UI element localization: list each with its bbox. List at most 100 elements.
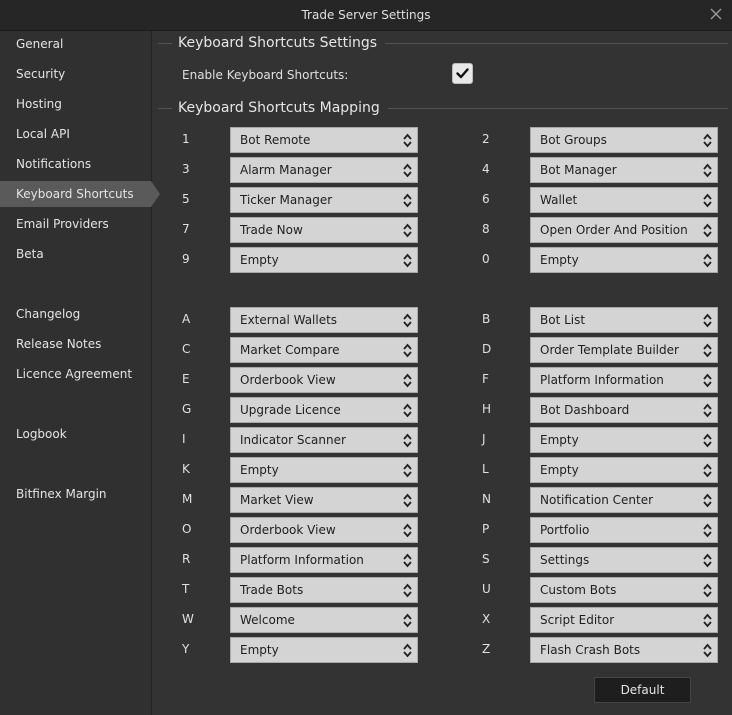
shortcut-action-select[interactable]: Wallet [530,187,718,213]
sidebar-item-label: Email Providers [16,217,109,231]
shortcut-action-select[interactable]: Market Compare [230,337,418,363]
sidebar-item[interactable]: Changelog [0,301,151,327]
sidebar-item[interactable]: Bitfinex Margin [0,481,151,507]
up-down-arrows-icon [403,373,412,388]
shortcut-action-value: Bot Groups [540,133,607,147]
shortcut-action-value: Indicator Scanner [240,433,346,447]
mapping-row: I Indicator Scanner J Empty [152,427,732,453]
mapping-row: A External Wallets B Bot List [152,307,732,333]
shortcut-action-select[interactable]: Platform Information [230,547,418,573]
shortcut-action-select[interactable]: Empty [530,247,718,273]
shortcut-action-select[interactable]: Script Editor [530,607,718,633]
default-button[interactable]: Default [594,677,691,703]
shortcut-action-select[interactable]: Bot Groups [530,127,718,153]
sidebar-item[interactable]: Security [0,61,151,87]
shortcut-action-value: Trade Now [240,223,303,237]
mapping-row: R Platform Information S Settings [152,547,732,573]
sidebar-item-label: Licence Agreement [16,367,133,381]
mapping-row: 5 Ticker Manager 6 Wallet [152,187,732,213]
sidebar-item[interactable]: General [0,31,151,57]
shortcut-key-label: T [182,582,190,596]
sidebar-item-label: Hosting [16,97,62,111]
shortcut-action-select[interactable]: Bot List [530,307,718,333]
up-down-arrows-icon [703,643,712,658]
shortcut-action-select[interactable]: Market View [230,487,418,513]
mapping-row: G Upgrade Licence H Bot Dashboard [152,397,732,423]
shortcut-action-select[interactable]: Orderbook View [230,367,418,393]
shortcut-key-label: E [182,372,190,386]
sidebar-item[interactable]: Notifications [0,151,151,177]
shortcut-action-select[interactable]: Portfolio [530,517,718,543]
sidebar-item[interactable]: Release Notes [0,331,151,357]
shortcut-action-value: Upgrade Licence [240,403,341,417]
sidebar-item[interactable]: Licence Agreement [0,361,151,387]
shortcut-action-value: Notification Center [540,493,654,507]
shortcut-action-value: Bot List [540,313,586,327]
shortcut-action-select[interactable]: Bot Manager [530,157,718,183]
shortcut-action-value: Empty [540,463,579,477]
shortcut-key-label: W [182,612,194,626]
shortcut-action-select[interactable]: Trade Now [230,217,418,243]
shortcut-action-select[interactable]: Alarm Manager [230,157,418,183]
shortcut-action-select[interactable]: Upgrade Licence [230,397,418,423]
sidebar-item[interactable]: Local API [0,121,151,147]
shortcut-action-select[interactable]: External Wallets [230,307,418,333]
up-down-arrows-icon [703,433,712,448]
sidebar-item-label: Keyboard Shortcuts [16,187,134,201]
shortcut-action-value: Trade Bots [240,583,304,597]
up-down-arrows-icon [403,223,412,238]
shortcut-key-label: Y [182,642,190,656]
up-down-arrows-icon [703,133,712,148]
shortcut-action-select[interactable]: Empty [230,247,418,273]
shortcut-action-select[interactable]: Open Order And Position [530,217,718,243]
shortcut-action-select[interactable]: Empty [530,457,718,483]
shortcut-action-select[interactable]: Notification Center [530,487,718,513]
shortcut-action-select[interactable]: Bot Dashboard [530,397,718,423]
sidebar-item[interactable]: Logbook [0,421,151,447]
close-icon[interactable] [710,8,722,20]
shortcut-action-value: Bot Dashboard [540,403,630,417]
shortcut-key-label: L [482,462,489,476]
up-down-arrows-icon [703,583,712,598]
shortcut-action-select[interactable]: Flash Crash Bots [530,637,718,663]
shortcut-action-select[interactable]: Ticker Manager [230,187,418,213]
mapping-row: 9 Empty 0 Empty [152,247,732,273]
enable-shortcuts-checkbox[interactable] [452,63,473,84]
sidebar-item[interactable]: Beta [0,241,151,267]
shortcut-action-select[interactable]: Orderbook View [230,517,418,543]
mapping-row: O Orderbook View P Portfolio [152,517,732,543]
shortcut-action-select[interactable]: Order Template Builder [530,337,718,363]
shortcut-action-value: Script Editor [540,613,615,627]
shortcut-action-value: Settings [540,553,590,567]
shortcut-key-label: 4 [482,162,490,176]
up-down-arrows-icon [403,163,412,178]
up-down-arrows-icon [403,253,412,268]
sidebar-item[interactable]: Email Providers [0,211,151,237]
shortcut-action-select[interactable]: Empty [230,457,418,483]
shortcut-action-select[interactable]: Bot Remote [230,127,418,153]
mapping-row: E Orderbook View F Platform Information [152,367,732,393]
sidebar-item[interactable]: Keyboard Shortcuts [0,181,160,207]
up-down-arrows-icon [703,163,712,178]
shortcut-action-select[interactable]: Welcome [230,607,418,633]
sidebar-item-label: Logbook [16,427,67,441]
mapping-row: C Market Compare D Order Template Builder [152,337,732,363]
shortcut-key-label: 6 [482,192,490,206]
up-down-arrows-icon [403,313,412,328]
up-down-arrows-icon [703,373,712,388]
sidebar-item[interactable]: Hosting [0,91,151,117]
up-down-arrows-icon [403,613,412,628]
up-down-arrows-icon [403,553,412,568]
mapping-row: W Welcome X Script Editor [152,607,732,633]
shortcut-action-select[interactable]: Empty [530,427,718,453]
shortcut-key-label: P [482,522,490,536]
shortcut-key-label: 8 [482,222,490,236]
shortcut-action-select[interactable]: Trade Bots [230,577,418,603]
shortcut-action-select[interactable]: Custom Bots [530,577,718,603]
shortcut-action-select[interactable]: Settings [530,547,718,573]
shortcut-action-select[interactable]: Platform Information [530,367,718,393]
sidebar-item-label: Beta [16,247,44,261]
shortcut-action-select[interactable]: Empty [230,637,418,663]
shortcut-action-select[interactable]: Indicator Scanner [230,427,418,453]
shortcut-key-label: 3 [182,162,190,176]
